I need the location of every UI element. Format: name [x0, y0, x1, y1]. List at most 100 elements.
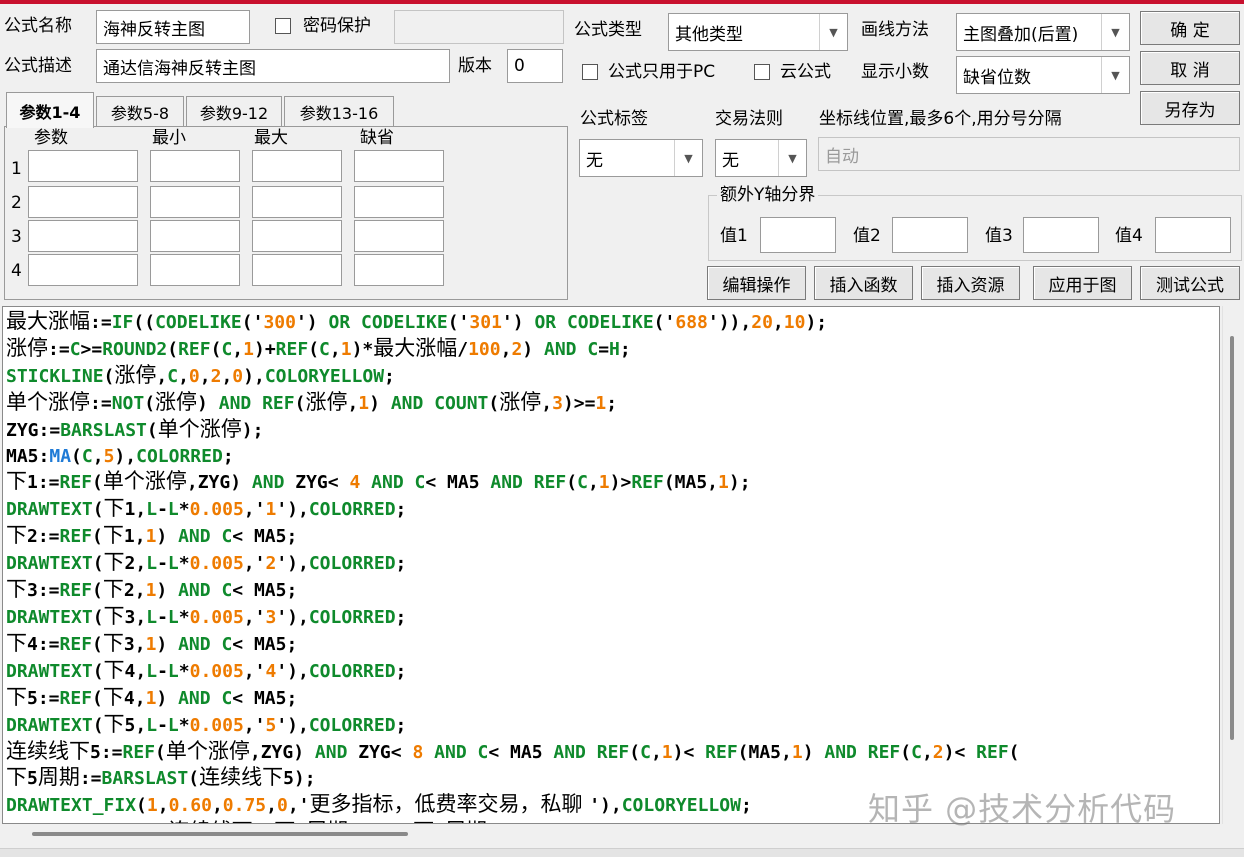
formula-name-input[interactable]: 海神反转主图 [96, 10, 250, 44]
pc-only-checkbox[interactable] [582, 64, 598, 80]
param-min-input[interactable] [150, 220, 240, 252]
param-name-input[interactable] [28, 254, 138, 286]
code-line[interactable]: DRAWTEXT(下2,L-L*0.005,'2'),COLORRED; [6, 550, 1020, 577]
decimals-select[interactable]: 缺省位数 ▼ [956, 56, 1130, 94]
code-line[interactable]: 最大涨幅:=IF((CODELIKE('300') OR CODELIKE('3… [6, 309, 1020, 336]
y-value-2-input[interactable] [892, 217, 968, 253]
password-input[interactable] [394, 10, 564, 44]
ok-button[interactable]: 确 定 [1140, 11, 1240, 45]
code-token: 5 [27, 768, 38, 790]
code-token: , [347, 392, 359, 414]
code-token: 4, [124, 660, 147, 682]
trade-rule-select[interactable]: 无 ▼ [715, 139, 807, 177]
version-input[interactable]: 0 [507, 49, 563, 83]
cancel-button[interactable]: 取 消 [1140, 51, 1240, 85]
coord-line-input[interactable]: 自动 [818, 137, 1240, 171]
code-token: AND [639, 822, 672, 823]
chevron-down-icon[interactable]: ▼ [778, 140, 806, 176]
code-text[interactable]: 最大涨幅:=IF((CODELIKE('300') OR CODELIKE('3… [6, 309, 1020, 823]
param-min-input[interactable] [150, 254, 240, 286]
chevron-down-icon[interactable]: ▼ [674, 140, 702, 176]
formula-tag-select[interactable]: 无 ▼ [579, 139, 703, 177]
code-line[interactable]: DRAWTEXT(下3,L-L*0.005,'3'),COLORRED; [6, 604, 1020, 631]
param-default-input[interactable] [354, 150, 444, 182]
code-token: REF [59, 687, 93, 709]
insert-function-button[interactable]: 插入函数 [814, 266, 913, 300]
code-line[interactable]: 下4:=REF(下3,1) AND C< MA5; [6, 631, 1020, 658]
code-line[interactable]: 连续线下5:=REF(单个涨停,ZYG) AND ZYG< 8 AND C< M… [6, 739, 1020, 766]
y-value-1-input[interactable] [760, 217, 836, 253]
chevron-down-icon[interactable]: ▼ [819, 14, 847, 50]
code-line[interactable]: 涨停:=C>=ROUND2(REF(C,1)+REF(C,1)*最大涨幅/100… [6, 336, 1020, 363]
apply-to-chart-button[interactable]: 应用于图 [1033, 266, 1132, 300]
test-formula-button[interactable]: 测试公式 [1140, 266, 1240, 300]
edit-operations-button[interactable]: 编辑操作 [707, 266, 806, 300]
code-line[interactable]: DRAWTEXT(下5,L-L*0.005,'5'),COLORRED; [6, 712, 1020, 739]
code-line[interactable]: MA5:MA(C,5),COLORRED; [6, 444, 1020, 470]
param-max-input[interactable] [252, 220, 342, 252]
code-token: 下 [102, 684, 124, 709]
draw-method-select[interactable]: 主图叠加(后置) ▼ [956, 13, 1130, 51]
code-token: ( [210, 338, 222, 360]
y-value-3-input[interactable] [1023, 217, 1099, 253]
param-min-input[interactable] [150, 186, 240, 218]
code-line[interactable]: 下2:=REF(下1,1) AND C< MA5; [6, 523, 1020, 550]
param-default-input[interactable] [354, 220, 444, 252]
tab-params-9-12[interactable]: 参数9-12 [186, 96, 282, 126]
code-token: 1, [123, 526, 146, 548]
insert-resource-button[interactable]: 插入资源 [921, 266, 1020, 300]
code-line[interactable]: DRAWTEXT(下4,L-L*0.005,'4'),COLORRED; [6, 658, 1020, 685]
tab-params-1-4[interactable]: 参数1-4 [6, 92, 94, 128]
param-header-max: 最大 [254, 128, 288, 148]
vertical-scrollbar-thumb[interactable] [1230, 336, 1234, 740]
code-line[interactable]: STICKLINE(涨停,C,0,2,0),COLORYELLOW; [6, 363, 1020, 390]
code-token: , [921, 741, 933, 763]
horizontal-scrollbar-thumb[interactable] [32, 832, 408, 836]
param-name-input[interactable] [28, 220, 138, 252]
cloud-formula-checkbox[interactable] [754, 64, 770, 80]
param-default-input[interactable] [354, 186, 444, 218]
code-token: ; [619, 338, 631, 360]
param-max-input[interactable] [252, 150, 342, 182]
param-default-input[interactable] [354, 254, 444, 286]
code-token: REF [59, 580, 93, 602]
code-token: * [178, 553, 190, 575]
param-name-input[interactable] [28, 186, 138, 218]
formula-type-select[interactable]: 其他类型 ▼ [668, 13, 848, 51]
code-line[interactable]: DRAWTEXT(下1,L-L*0.005,'1'),COLORRED; [6, 496, 1020, 523]
chevron-down-icon[interactable]: ▼ [1101, 57, 1129, 93]
code-token: * [178, 499, 190, 521]
code-line[interactable]: 下1:=REF(单个涨停,ZYG) AND ZYG< 4 AND C< MA5 … [6, 469, 1020, 496]
code-token: 5:= [90, 741, 123, 763]
code-token: COLORYELLOW [264, 365, 385, 387]
code-token: AND [553, 741, 586, 763]
trade-rule-label: 交易法则 [715, 109, 783, 129]
code-line[interactable]: 下5:=REF(下4,1) AND C< MA5; [6, 685, 1020, 712]
code-token: ), [243, 365, 265, 387]
formula-code-editor[interactable]: 最大涨幅:=IF((CODELIKE('300') OR CODELIKE('3… [2, 306, 1220, 824]
code-line[interactable]: 下3:=REF(下2,1) AND C< MA5; [6, 577, 1020, 604]
code-token: XG:= [6, 822, 49, 823]
y-value-4-input[interactable] [1155, 217, 1231, 253]
code-token: 0.005 [189, 553, 244, 575]
param-name-input[interactable] [28, 150, 138, 182]
code-line[interactable]: 单个涨停:=NOT(涨停) AND REF(涨停,1) AND COUNT(涨停… [6, 390, 1020, 417]
save-as-button[interactable]: 另存为 [1140, 91, 1240, 125]
tab-params-5-8[interactable]: 参数5-8 [96, 96, 184, 126]
param-max-input[interactable] [252, 186, 342, 218]
code-token: AND [178, 526, 211, 548]
password-checkbox[interactable] [275, 18, 291, 34]
code-token: AND [543, 338, 577, 360]
code-token: , [329, 338, 341, 360]
formula-desc-input[interactable]: 通达信海神反转主图 [96, 49, 450, 83]
chevron-down-icon[interactable]: ▼ [1101, 14, 1129, 50]
code-token: ( [92, 580, 103, 602]
tab-params-13-16[interactable]: 参数13-16 [284, 96, 394, 126]
code-line[interactable]: ZYG:=BARSLAST(单个涨停); [6, 417, 1020, 444]
param-max-input[interactable] [252, 254, 342, 286]
param-min-input[interactable] [150, 150, 240, 182]
